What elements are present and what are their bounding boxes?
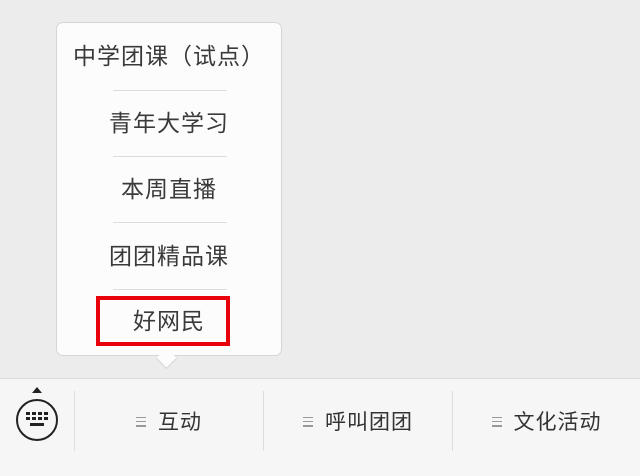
tab-interaction[interactable]: 互动 [75,391,263,451]
bottom-menu-bar: 互动 呼叫团团 文化活动 [0,378,640,476]
tab-call-tuantuan[interactable]: 呼叫团团 [264,391,452,451]
menu-item-youth-study[interactable]: 青年大学习 [57,107,281,141]
caret-up-icon [32,387,42,393]
menu-lines-icon [303,416,313,428]
submenu-popup: 中学团课（试点） 青年大学习 本周直播 团团精品课 好网民 [56,22,282,356]
menu-item-featured-courses[interactable]: 团团精品课 [57,240,281,274]
menu-lines-icon [491,416,502,428]
menu-item-good-netizen[interactable]: 好网民 [57,305,281,339]
menu-separator [113,222,227,223]
menu-lines-icon [136,416,146,428]
menu-item-weekly-live[interactable]: 本周直播 [57,173,281,207]
tab-label: 文化活动 [513,410,602,434]
menu-separator [113,289,227,290]
menu-separator [113,156,227,157]
keyboard-toggle-button[interactable] [16,399,58,441]
keyboard-icon [26,412,48,426]
tab-label: 呼叫团团 [325,410,413,434]
menu-separator [113,90,227,91]
tab-label: 互动 [158,410,202,434]
menu-item-middle-school-league-class[interactable]: 中学团课（试点） [57,40,281,74]
tab-cultural-activities[interactable]: 文化活动 [453,391,640,451]
